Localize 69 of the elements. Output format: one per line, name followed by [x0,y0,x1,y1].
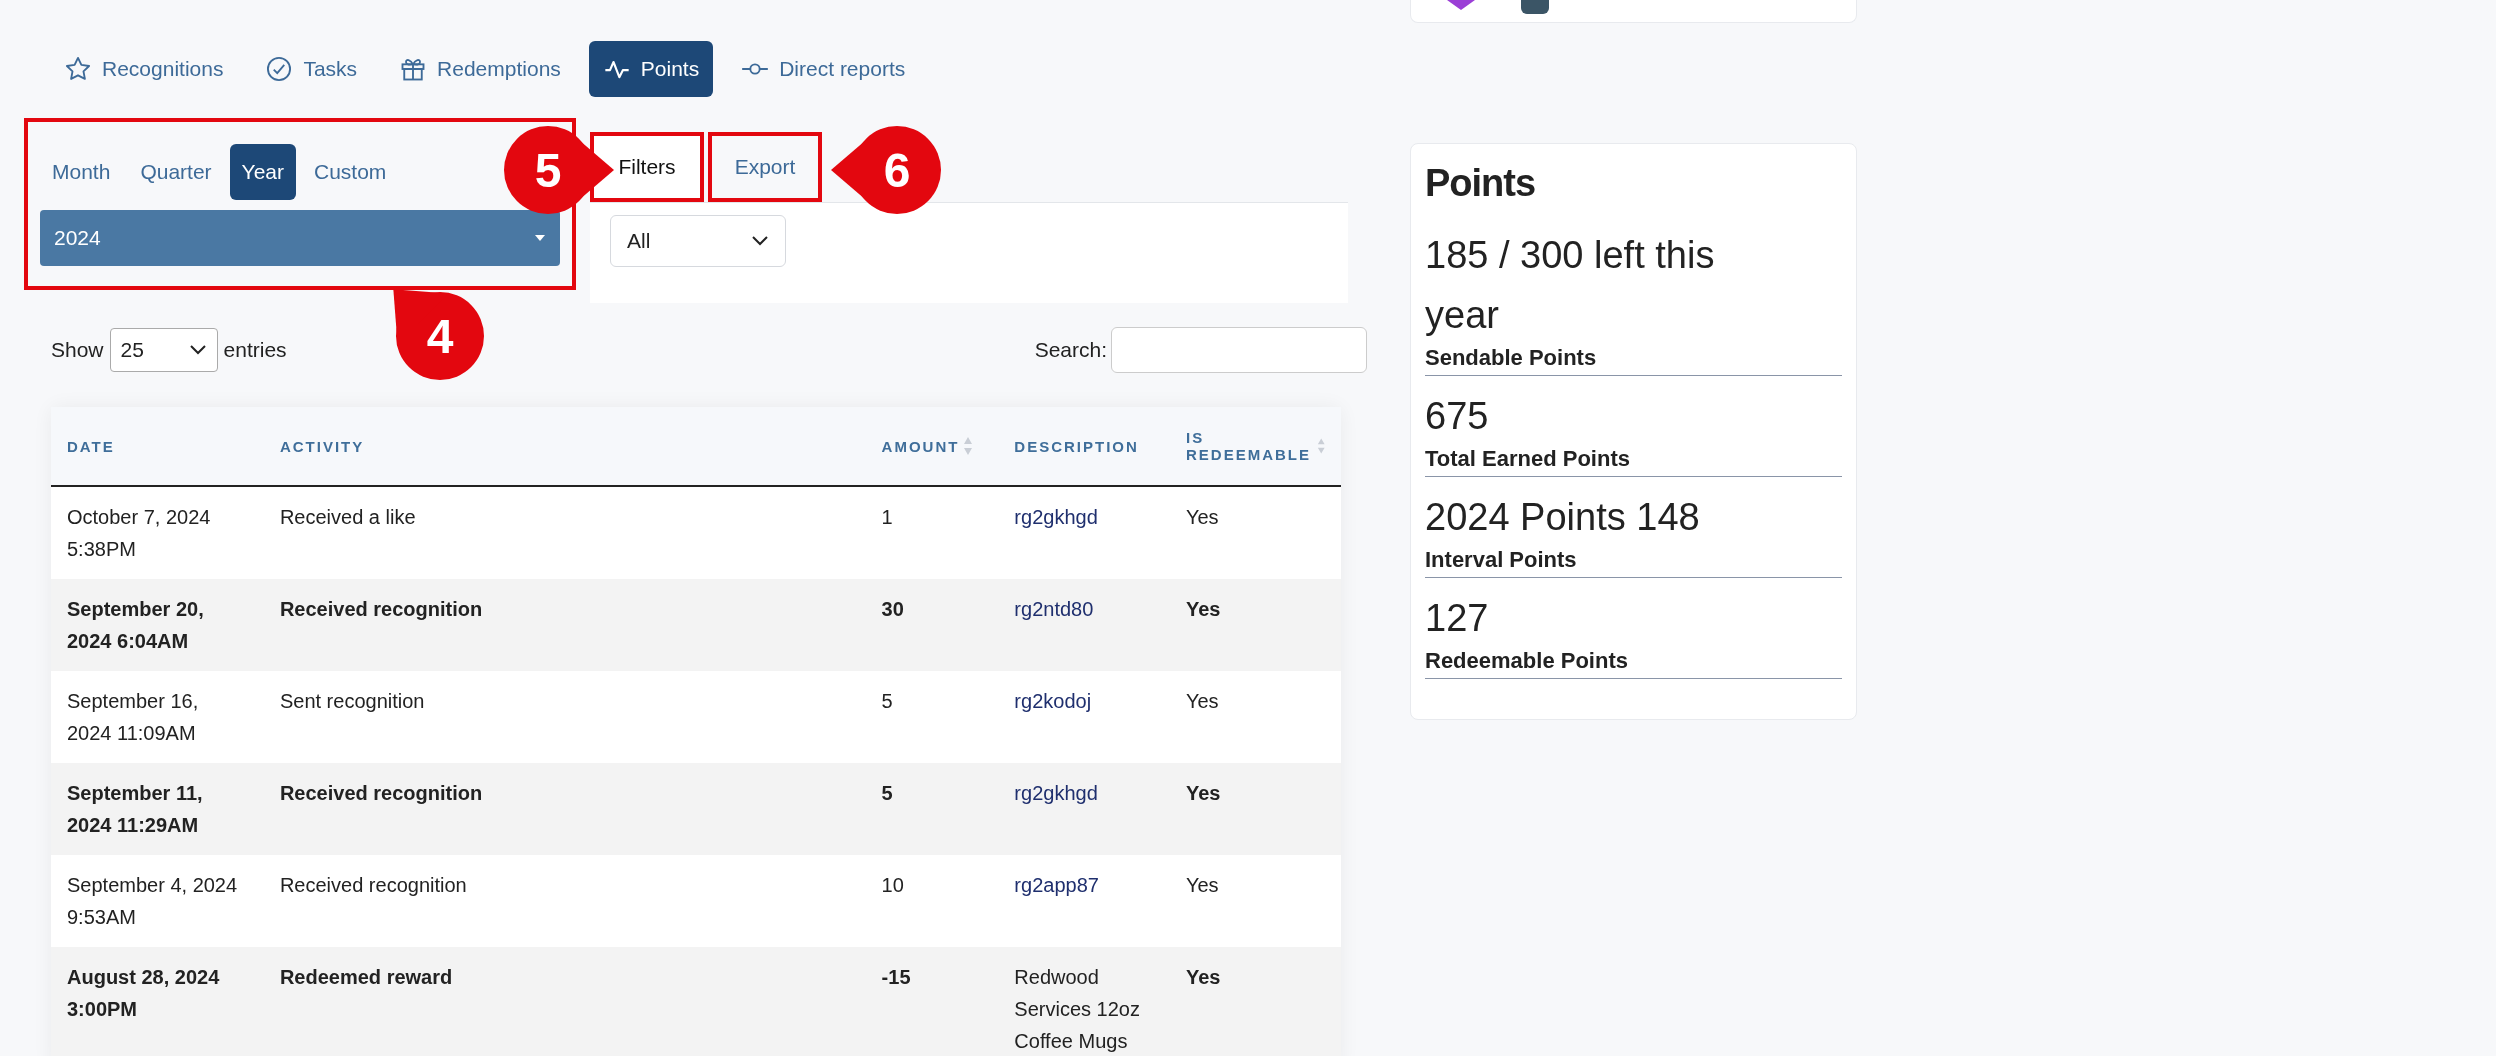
description-cell: Redwood Services 12oz Coffee Mugs [998,947,1170,1056]
redeemable-cell: Yes [1170,579,1341,671]
stat-value: 127 [1425,596,1490,641]
redeemable-cell: Yes [1170,947,1341,1056]
nav-tab[interactable]: Direct reports [727,41,920,97]
nav-tab[interactable]: Redemptions [385,41,575,97]
activity-cell: Received a like [263,486,866,579]
search-field[interactable] [1111,327,1367,373]
nav-tab[interactable]: Recognitions [50,41,238,97]
entries-select[interactable]: 25 [109,328,218,372]
column-header[interactable]: ACTIVITY [263,407,866,486]
stat-label: Redeemable Points [1425,648,1842,679]
stat-label: Interval Points [1425,547,1842,578]
date-cell: October 7, 2024 5:38PM [51,486,264,579]
description-link[interactable]: rg2gkhgd [998,486,1170,579]
redeemable-cell: Yes [1170,486,1341,579]
nav-tab[interactable]: Points [588,41,714,97]
stat-value: 675 [1425,394,1490,439]
activity-cell: Redeemed reward [263,947,866,1056]
amount-cell: -15 [865,947,999,1056]
gem-icon [1447,0,1475,10]
column-header[interactable]: DESCRIPTION [998,407,1170,486]
redeemable-cell: Yes [1170,671,1341,763]
date-cell: September 16, 2024 11:09AM [51,671,264,763]
chevron-down-icon [751,235,769,247]
panel-tab[interactable]: Export [708,132,822,202]
stat-label: Total Earned Points [1425,446,1842,477]
activity-cell: Received recognition [263,763,866,855]
show-label: Show [51,338,104,362]
redeemable-cell: Yes [1170,855,1341,947]
amount-cell: 1 [865,486,999,579]
amount-cell: 10 [865,855,999,947]
stat-label: Sendable Points [1425,345,1842,376]
search-label: Search: [1034,338,1107,362]
card-title: Points [1425,161,1537,206]
description-link[interactable]: rg2kodoj [998,671,1170,763]
activity-cell: Received recognition [263,855,866,947]
description-link[interactable]: rg2ntd80 [998,579,1170,671]
period-tab[interactable]: Custom [302,144,399,200]
column-header[interactable]: DATE [51,407,264,486]
star-icon [64,55,92,83]
date-cell: September 11, 2024 11:29AM [51,763,264,855]
caret-icon [534,234,546,242]
activity-cell: Received recognition [263,579,866,671]
entries-label: entries [223,338,287,362]
amount-cell: 30 [865,579,999,671]
redeemable-cell: Yes [1170,763,1341,855]
check-circle-icon [265,55,294,83]
description-link[interactable]: rg2app87 [998,855,1170,947]
period-tab[interactable]: Year [229,144,296,200]
year-select[interactable]: 2024 [40,210,560,266]
panel-tab[interactable]: Filters [590,132,704,202]
activity-cell: Sent recognition [263,671,866,763]
stat-value: 2024 Points 148 [1425,495,1701,540]
date-cell: September 20, 2024 6:04AM [51,579,264,671]
stat-value: 185 / 300 left this year [1425,233,1716,338]
date-cell: September 4, 2024 9:53AM [51,855,264,947]
amount-cell: 5 [865,763,999,855]
period-tab[interactable]: Quarter [128,144,224,200]
period-tab[interactable]: Month [40,144,123,200]
filter-select[interactable]: All [610,215,786,267]
column-header[interactable]: AMOUNT [865,407,999,486]
nav-tab[interactable]: Tasks [251,41,372,97]
date-cell: August 28, 2024 3:00PM [51,947,264,1056]
column-header[interactable]: IS REDEEMABLE [1170,407,1341,486]
square-icon [1521,0,1549,14]
chevron-down-icon [188,344,207,356]
description-link[interactable]: rg2gkhgd [998,763,1170,855]
amount-cell: 5 [865,671,999,763]
